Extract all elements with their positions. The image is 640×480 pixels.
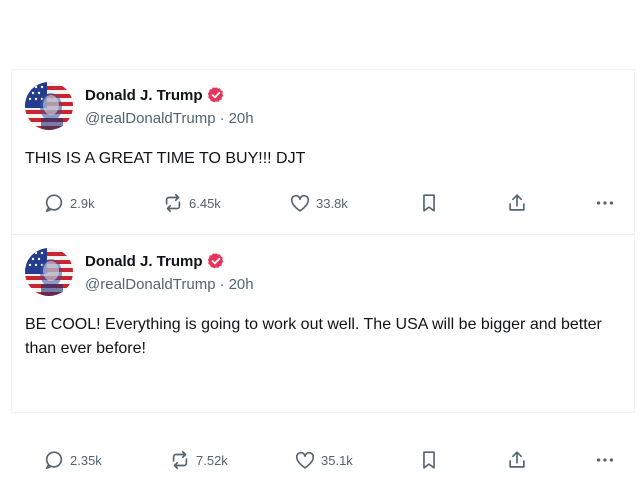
author-display-name[interactable]: Donald J. Trump: [85, 87, 203, 104]
more-options-button[interactable]: [594, 191, 616, 215]
bookmark-button[interactable]: [418, 448, 440, 472]
repost-arrows-icon: [162, 192, 184, 214]
post-actions: 2.35k 7.52k 35.1k: [12, 448, 634, 472]
repost-arrows-icon: [169, 449, 191, 471]
comment-bubble-icon: [43, 192, 65, 214]
verified-badge-icon: [207, 252, 225, 270]
author-display-name[interactable]: Donald J. Trump: [85, 253, 203, 270]
like-count: 35.1k: [321, 452, 353, 468]
like-count: 33.8k: [316, 195, 348, 211]
avatar[interactable]: [25, 82, 73, 130]
heart-icon: [294, 449, 316, 471]
post-timestamp[interactable]: 20h: [229, 276, 254, 293]
verified-badge-icon: [207, 86, 225, 104]
post-actions: 2.9k 6.45k 33.8k: [12, 191, 634, 215]
author-handle[interactable]: @realDonaldTrump: [85, 276, 216, 293]
post[interactable]: Donald J. Trump @realDonaldTrump · 20h THI…: [12, 70, 634, 235]
author-handle-row: @realDonaldTrump · 20h: [85, 276, 254, 294]
flag-portrait-avatar-image: [25, 82, 73, 130]
post-feed: Donald J. Trump @realDonaldTrump · 20h THI…: [12, 70, 634, 470]
author-handle[interactable]: @realDonaldTrump: [85, 110, 216, 127]
author-name-row: Donald J. Trump: [85, 85, 225, 105]
share-upload-icon: [506, 192, 528, 214]
like-button[interactable]: 33.8k: [289, 191, 348, 215]
share-button[interactable]: [506, 191, 528, 215]
repost-button[interactable]: 7.52k: [169, 448, 228, 472]
post-text: BE COOL! Everything is going to work out…: [25, 316, 602, 357]
bookmark-icon: [418, 449, 440, 471]
post[interactable]: Donald J. Trump @realDonaldTrump · 20h BE …: [12, 236, 634, 470]
author-handle-row: @realDonaldTrump · 20h: [85, 110, 254, 128]
avatar[interactable]: [25, 248, 73, 296]
author-name-row: Donald J. Trump: [85, 251, 225, 271]
bookmark-button[interactable]: [418, 191, 440, 215]
meta-separator: ·: [219, 110, 225, 127]
share-upload-icon: [506, 449, 528, 471]
comment-bubble-icon: [43, 449, 65, 471]
repost-count: 6.45k: [189, 195, 221, 211]
repost-count: 7.52k: [196, 452, 228, 468]
repost-button[interactable]: 6.45k: [162, 191, 221, 215]
reply-count: 2.9k: [70, 195, 95, 211]
bookmark-icon: [418, 192, 440, 214]
reply-button[interactable]: 2.35k: [43, 448, 102, 472]
more-dots-icon: [594, 449, 616, 471]
share-button[interactable]: [506, 448, 528, 472]
more-dots-icon: [594, 192, 616, 214]
flag-portrait-avatar-image: [25, 248, 73, 296]
like-button[interactable]: 35.1k: [294, 448, 353, 472]
more-options-button[interactable]: [594, 448, 616, 472]
heart-icon: [289, 192, 311, 214]
meta-separator: ·: [219, 276, 225, 293]
reply-count: 2.35k: [70, 452, 102, 468]
post-text: THIS IS A GREAT TIME TO BUY!!! DJT: [25, 150, 306, 167]
post-timestamp[interactable]: 20h: [229, 110, 254, 127]
reply-button[interactable]: 2.9k: [43, 191, 95, 215]
